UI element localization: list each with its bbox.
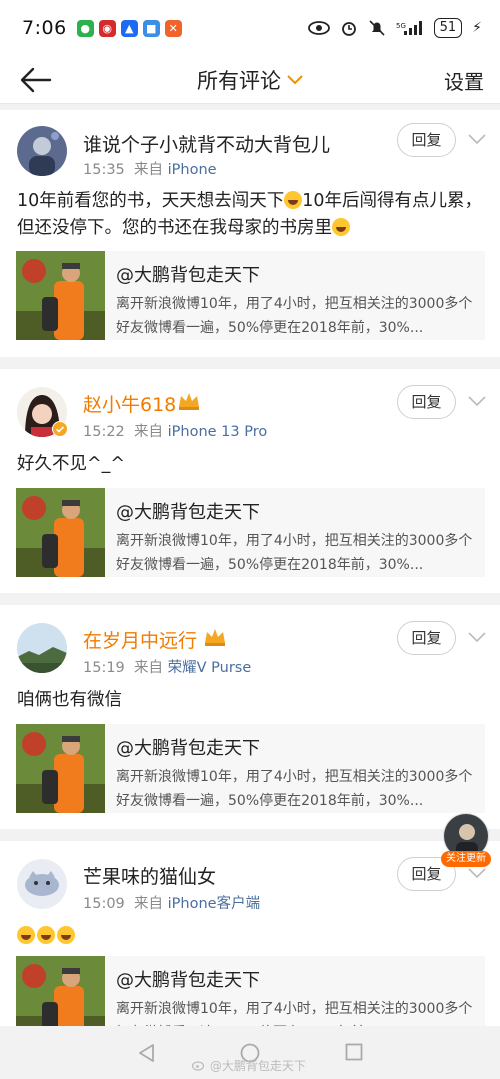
quote-body: 离开新浪微博10年，用了4小时，把互相关注的3000多个好友微博看一遍，50%停… bbox=[116, 533, 473, 573]
quote-title: @大鹏背包走天下 bbox=[116, 502, 260, 523]
nav-recents-icon[interactable] bbox=[345, 1043, 363, 1061]
laughing-emoji-icon bbox=[37, 926, 55, 944]
avatar[interactable] bbox=[17, 623, 67, 673]
app-orange-icon: ✕ bbox=[164, 19, 182, 37]
quoted-post[interactable]: @大鹏背包走天下 离开新浪微博10年，用了4小时，把互相关注的3000多个好友微… bbox=[16, 956, 485, 1026]
top-nav: 所有评论 设置 bbox=[0, 56, 500, 104]
quoted-post[interactable]: @大鹏背包走天下 离开新浪微博10年，用了4小时，把互相关注的3000多个好友微… bbox=[16, 488, 485, 577]
mute-bell-icon bbox=[369, 20, 385, 36]
laughing-emoji-icon bbox=[332, 218, 350, 236]
username[interactable]: 谁说个子小就背不动大背包儿 bbox=[83, 130, 330, 157]
laughing-emoji-icon bbox=[17, 926, 35, 944]
nav-back-icon[interactable] bbox=[137, 1043, 155, 1063]
comment-source[interactable]: iPhone客户端 bbox=[168, 896, 260, 912]
chevron-down-icon[interactable] bbox=[468, 396, 486, 408]
comment-card: 在岁月中远行 15:19 来自 荣耀V Purse 回复 咱俩也有微信 @大鹏背… bbox=[0, 605, 500, 829]
source-prefix: 来自 bbox=[134, 424, 164, 440]
wechat-icon: ● bbox=[76, 19, 94, 37]
comment-time: 15:22 bbox=[83, 424, 125, 440]
reply-button[interactable]: 回复 bbox=[397, 621, 456, 655]
app-red-icon: ◉ bbox=[98, 19, 116, 37]
comment-text-part: 10年前看您的书，天天想去闯天下 bbox=[17, 191, 285, 211]
quote-body: 离开新浪微博10年，用了4小时，把互相关注的3000多个好友微博看一遍，50%停… bbox=[116, 769, 473, 809]
comment-text: 10年前看您的书，天天想去闯天下 10年后闯得有点儿累，但还没停下。您的书还在我母… bbox=[17, 188, 484, 242]
post-thumbnail bbox=[16, 724, 105, 813]
username[interactable]: 在岁月中远行 bbox=[83, 626, 197, 653]
username[interactable]: 赵小牛618 bbox=[83, 390, 176, 417]
notification-icons: ● ◉ ▲ ■ ✕ bbox=[76, 19, 182, 37]
post-thumbnail bbox=[16, 956, 105, 1026]
post-thumbnail bbox=[16, 251, 105, 340]
status-bar: 7:06 ● ◉ ▲ ■ ✕ 5G 51 ⚡ bbox=[0, 0, 500, 56]
settings-button[interactable]: 设置 bbox=[444, 66, 484, 95]
post-thumbnail bbox=[16, 488, 105, 577]
page-title[interactable]: 所有评论 bbox=[0, 65, 500, 95]
quoted-post[interactable]: @大鹏背包走天下 离开新浪微博10年，用了4小时，把互相关注的3000多个好友微… bbox=[16, 251, 485, 340]
status-time: 7:06 bbox=[22, 17, 67, 39]
verified-badge-icon bbox=[52, 421, 68, 437]
follow-update-label: 关注更新 bbox=[441, 851, 491, 867]
quote-body: 离开新浪微博10年，用了4小时，把互相关注的3000多个好友微博看一遍，50%停… bbox=[116, 1001, 473, 1026]
comment-meta: 15:09 来自 iPhone客户端 bbox=[83, 892, 260, 913]
laughing-emoji-icon bbox=[284, 191, 303, 209]
comment-source[interactable]: iPhone bbox=[168, 162, 217, 178]
comment-card: 谁说个子小就背不动大背包儿 15:35 来自 iPhone 回复 10年前看您的… bbox=[0, 110, 500, 357]
watermark-text: @大鹏背包走天下 bbox=[209, 1059, 306, 1073]
alarm-icon bbox=[341, 22, 356, 36]
chevron-down-icon[interactable] bbox=[468, 632, 486, 644]
app-blue2-icon: ■ bbox=[142, 19, 160, 37]
comment-meta: 15:19 来自 荣耀V Purse bbox=[83, 656, 251, 677]
comment-meta: 15:22 来自 iPhone 13 Pro bbox=[83, 420, 267, 441]
source-prefix: 来自 bbox=[134, 162, 164, 178]
quote-body: 离开新浪微博10年，用了4小时，把互相关注的3000多个好友微博看一遍，50%停… bbox=[116, 296, 473, 336]
comment-text: 好久不见^_^ bbox=[17, 454, 126, 474]
username[interactable]: 芒果味的猫仙女 bbox=[83, 862, 216, 889]
source-prefix: 来自 bbox=[134, 660, 164, 676]
chevron-down-icon[interactable] bbox=[468, 868, 486, 880]
laughing-emoji-icon bbox=[57, 926, 75, 944]
reply-button[interactable]: 回复 bbox=[397, 123, 456, 157]
comment-source[interactable]: 荣耀V Purse bbox=[168, 660, 252, 676]
app-blue-icon: ▲ bbox=[120, 19, 138, 37]
comment-card: 芒果味的猫仙女 15:09 来自 iPhone客户端 回复 @大鹏背包走天下 离… bbox=[0, 841, 500, 1026]
comment-card: 赵小牛618 15:22 来自 iPhone 13 Pro 回复 好久不见^_^… bbox=[0, 369, 500, 593]
quote-title: @大鹏背包走天下 bbox=[116, 970, 260, 991]
page-title-text: 所有评论 bbox=[197, 68, 281, 93]
quote-title: @大鹏背包走天下 bbox=[116, 265, 260, 286]
comment-text bbox=[17, 923, 484, 950]
comment-time: 15:09 bbox=[83, 896, 125, 912]
chevron-down-icon[interactable] bbox=[468, 134, 486, 146]
comment-text: 咱俩也有微信 bbox=[17, 690, 122, 710]
vip-crown-icon bbox=[205, 629, 225, 646]
comment-source[interactable]: iPhone 13 Pro bbox=[168, 424, 268, 440]
watermark: @大鹏背包走天下 bbox=[191, 1057, 306, 1074]
quoted-post[interactable]: @大鹏背包走天下 离开新浪微博10年，用了4小时，把互相关注的3000多个好友微… bbox=[16, 724, 485, 813]
reply-button[interactable]: 回复 bbox=[397, 385, 456, 419]
eye-icon bbox=[307, 21, 330, 35]
battery-indicator: 51 bbox=[433, 18, 463, 38]
signal-icon: 5G bbox=[396, 21, 422, 35]
weibo-logo-icon bbox=[191, 1061, 205, 1071]
quote-title: @大鹏背包走天下 bbox=[116, 738, 260, 759]
chevron-down-icon bbox=[287, 74, 303, 84]
avatar[interactable] bbox=[17, 859, 67, 909]
avatar[interactable] bbox=[17, 126, 67, 176]
charging-icon: ⚡ bbox=[472, 20, 482, 36]
svg-text:5G: 5G bbox=[396, 22, 406, 30]
comment-meta: 15:35 来自 iPhone bbox=[83, 158, 217, 179]
comment-time: 15:19 bbox=[83, 660, 125, 676]
source-prefix: 来自 bbox=[134, 896, 164, 912]
comment-time: 15:35 bbox=[83, 162, 125, 178]
follow-update-button[interactable]: 关注更新 bbox=[441, 813, 491, 869]
vip-crown-icon bbox=[179, 393, 199, 410]
